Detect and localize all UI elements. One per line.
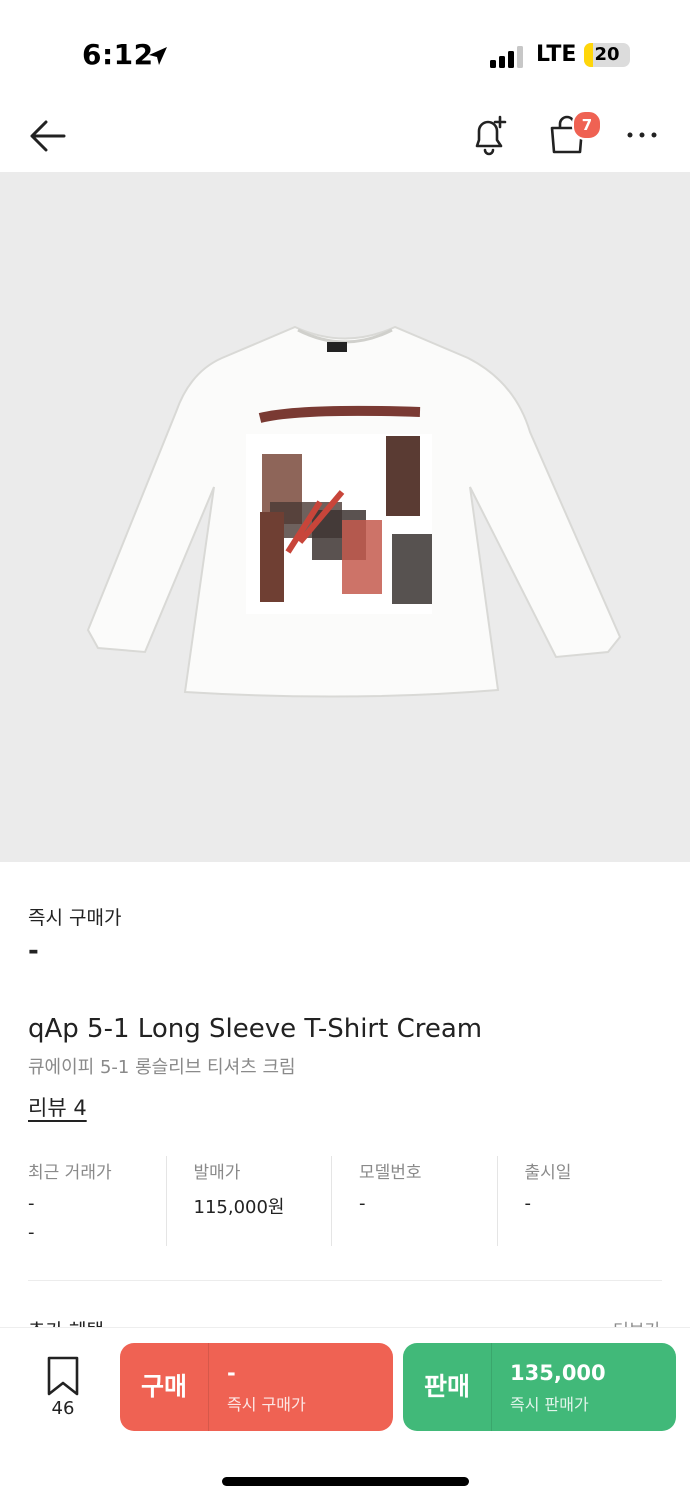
info-model-number: 모델번호 - <box>331 1156 497 1246</box>
product-title-english: qAp 5-1 Long Sleeve T-Shirt Cream <box>28 1014 483 1044</box>
info-release-date: 출시일 - <box>496 1156 663 1246</box>
info-value-change: - <box>28 1222 35 1243</box>
sell-button-subtitle: 즉시 판매가 <box>510 1395 589 1414</box>
info-label: 발매가 <box>193 1163 241 1183</box>
product-title-korean: 큐에이피 5-1 롱슬리브 티셔츠 크림 <box>28 1057 296 1078</box>
location-arrow-icon <box>149 47 167 65</box>
buy-button-price: - <box>227 1361 236 1385</box>
status-bar: 6:12 LTE 20 <box>0 0 690 100</box>
product-image[interactable] <box>0 172 690 862</box>
button-separator <box>491 1343 492 1431</box>
info-release-price: 발매가 115,000원 <box>165 1156 332 1246</box>
info-label: 모델번호 <box>359 1163 422 1183</box>
long-sleeve-shirt-illustration <box>86 325 622 698</box>
wishlist-count: 46 <box>51 1398 75 1419</box>
buy-button-subtitle: 즉시 구매가 <box>227 1395 306 1414</box>
section-divider <box>28 1280 662 1281</box>
battery-percent: 20 <box>594 44 620 65</box>
info-recent-trade: 최근 거래가 - - <box>28 1156 166 1246</box>
wishlist-button[interactable]: 46 <box>36 1356 90 1426</box>
buy-button[interactable]: 구매 - 즉시 구매가 <box>120 1343 393 1431</box>
review-count-link[interactable]: 리뷰 4 <box>28 1092 87 1122</box>
back-arrow-icon[interactable] <box>26 114 70 158</box>
info-value: - <box>524 1193 532 1214</box>
info-value: - <box>28 1193 35 1214</box>
product-info-grid: 최근 거래가 - - 발매가 115,000원 모델번호 - 출시일 - <box>28 1156 662 1246</box>
top-navigation: 7 <box>0 100 690 172</box>
cart-count-badge: 7 <box>572 110 602 140</box>
bottom-action-bar: 46 구매 - 즉시 구매가 판매 135,000 즉시 판매가 <box>0 1327 690 1500</box>
cellular-signal-icon <box>490 46 523 68</box>
sell-button-label: 판매 <box>423 1372 470 1401</box>
network-label: LTE <box>536 42 577 67</box>
instant-buy-price-label: 즉시 구매가 <box>28 907 122 929</box>
info-value: - <box>359 1193 366 1214</box>
info-label: 최근 거래가 <box>28 1163 112 1183</box>
sell-button-price: 135,000 <box>510 1361 606 1385</box>
instant-buy-price-value: - <box>28 936 39 966</box>
info-label: 출시일 <box>524 1163 572 1183</box>
status-time: 6:12 <box>82 38 154 71</box>
button-separator <box>208 1343 209 1431</box>
buy-button-label: 구매 <box>140 1372 187 1401</box>
more-options-icon[interactable] <box>622 120 662 150</box>
bookmark-icon <box>47 1356 79 1396</box>
home-indicator[interactable] <box>222 1477 469 1486</box>
notification-add-bell-icon[interactable] <box>468 112 512 158</box>
battery-indicator: 20 <box>584 43 630 67</box>
sell-button[interactable]: 판매 135,000 즉시 판매가 <box>403 1343 676 1431</box>
info-value: 115,000원 <box>193 1197 285 1218</box>
